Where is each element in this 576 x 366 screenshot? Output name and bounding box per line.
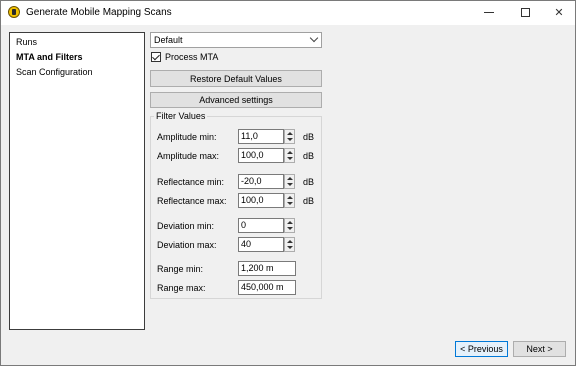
amplitude-max-unit: dB <box>303 151 315 161</box>
spin-up-icon[interactable] <box>287 177 293 180</box>
deviation-max-input[interactable]: 40 <box>238 237 284 252</box>
minimize-icon <box>484 12 494 13</box>
next-button[interactable]: Next > <box>513 341 566 357</box>
spin-up-icon[interactable] <box>287 132 293 135</box>
spin-down-icon[interactable] <box>287 202 293 205</box>
reflectance-max-label: Reflectance max: <box>157 196 227 206</box>
wizard-nav: Runs MTA and Filters Scan Configuration <box>9 32 145 330</box>
reflectance-min-input[interactable]: -20,0 <box>238 174 284 189</box>
process-mta-checkbox[interactable] <box>151 52 161 62</box>
checkmark-icon <box>152 52 160 61</box>
amplitude-max-label: Amplitude max: <box>157 151 220 161</box>
deviation-max-label: Deviation max: <box>157 240 217 250</box>
nav-item-scan-configuration[interactable]: Scan Configuration <box>16 67 93 77</box>
amplitude-min-input[interactable]: 11,0 <box>238 129 284 144</box>
process-mta-label[interactable]: Process MTA <box>165 52 218 62</box>
advanced-settings-button[interactable]: Advanced settings <box>150 92 322 108</box>
window-title: Generate Mobile Mapping Scans <box>26 7 172 18</box>
amplitude-min-spinner[interactable] <box>284 129 295 144</box>
deviation-min-spinner[interactable] <box>284 218 295 233</box>
range-max-label: Range max: <box>157 283 206 293</box>
spin-up-icon[interactable] <box>287 240 293 243</box>
reflectance-max-input[interactable]: 100,0 <box>238 193 284 208</box>
spin-down-icon[interactable] <box>287 138 293 141</box>
maximize-button[interactable] <box>508 1 542 25</box>
spin-up-icon[interactable] <box>287 221 293 224</box>
nav-item-runs[interactable]: Runs <box>16 37 37 47</box>
range-min-label: Range min: <box>157 264 204 274</box>
maximize-icon <box>520 8 530 17</box>
filter-values-title: Filter Values <box>154 111 208 121</box>
amplitude-min-label: Amplitude min: <box>157 132 217 142</box>
close-icon: ✕ <box>554 7 564 19</box>
restore-default-values-button[interactable]: Restore Default Values <box>150 70 322 87</box>
deviation-max-spinner[interactable] <box>284 237 295 252</box>
reflectance-max-unit: dB <box>303 196 315 206</box>
reflectance-max-spinner[interactable] <box>284 193 295 208</box>
amplitude-max-input[interactable]: 100,0 <box>238 148 284 163</box>
range-min-input[interactable]: 1,200 m <box>238 261 296 276</box>
deviation-min-label: Deviation min: <box>157 221 215 231</box>
amplitude-max-spinner[interactable] <box>284 148 295 163</box>
minimize-button[interactable] <box>472 1 506 25</box>
close-button[interactable]: ✕ <box>542 1 576 25</box>
preset-select-value: Default <box>154 35 183 45</box>
reflectance-min-spinner[interactable] <box>284 174 295 189</box>
spin-down-icon[interactable] <box>287 227 293 230</box>
reflectance-min-unit: dB <box>303 177 315 187</box>
reflectance-min-label: Reflectance min: <box>157 177 225 187</box>
spin-down-icon[interactable] <box>287 157 293 160</box>
range-max-input[interactable]: 450,000 m <box>238 280 296 295</box>
previous-button[interactable]: < Previous <box>455 341 508 357</box>
chevron-down-icon <box>309 33 319 43</box>
nav-item-mta-and-filters[interactable]: MTA and Filters <box>16 52 83 62</box>
spin-down-icon[interactable] <box>287 183 293 186</box>
deviation-min-input[interactable]: 0 <box>238 218 284 233</box>
preset-select[interactable]: Default <box>150 32 322 48</box>
amplitude-min-unit: dB <box>303 132 315 142</box>
title-bar: Generate Mobile Mapping Scans ✕ <box>1 1 575 25</box>
main-window: Generate Mobile Mapping Scans ✕ Runs MTA… <box>0 0 576 366</box>
spin-up-icon[interactable] <box>287 196 293 199</box>
app-icon <box>8 6 20 18</box>
spin-down-icon[interactable] <box>287 246 293 249</box>
spin-up-icon[interactable] <box>287 151 293 154</box>
